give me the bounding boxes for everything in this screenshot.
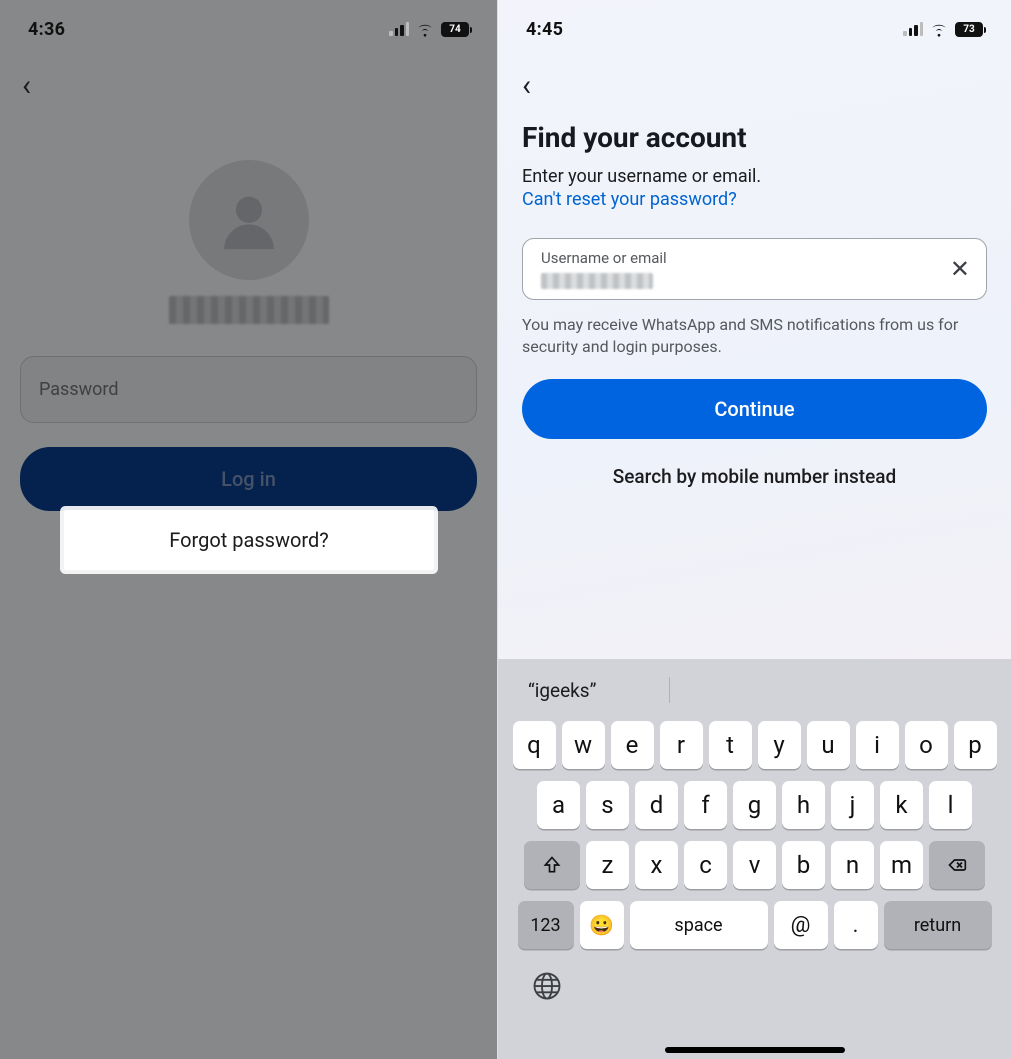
subtitle: Enter your username or email.: [522, 166, 987, 187]
key-v[interactable]: v: [733, 841, 776, 889]
key-z[interactable]: z: [586, 841, 629, 889]
notification-hint: You may receive WhatsApp and SMS notific…: [522, 314, 987, 357]
status-bar: 4:36 74: [0, 14, 497, 44]
suggestion-bar: “igeeks”: [504, 669, 1005, 711]
key-q[interactable]: q: [513, 721, 556, 769]
page-title: Find your account: [522, 121, 987, 154]
status-icons: 74: [389, 20, 469, 38]
key-l[interactable]: l: [929, 781, 972, 829]
key-k[interactable]: k: [880, 781, 923, 829]
key-shift[interactable]: [524, 841, 580, 889]
key-c[interactable]: c: [684, 841, 727, 889]
suggestion-item[interactable]: “igeeks”: [528, 679, 596, 702]
key-m[interactable]: m: [880, 841, 923, 889]
key-e[interactable]: e: [611, 721, 654, 769]
input-label: Username or email: [541, 249, 934, 267]
key-b[interactable]: b: [782, 841, 825, 889]
clear-icon[interactable]: ✕: [950, 255, 970, 283]
key-j[interactable]: j: [831, 781, 874, 829]
cellular-icon: [903, 22, 923, 36]
key-emoji[interactable]: 😀: [580, 901, 624, 949]
globe-icon[interactable]: [532, 971, 562, 1001]
key-a[interactable]: a: [537, 781, 580, 829]
key-t[interactable]: t: [709, 721, 752, 769]
key-r[interactable]: r: [660, 721, 703, 769]
key-123[interactable]: 123: [518, 901, 574, 949]
key-p[interactable]: p: [954, 721, 997, 769]
key-f[interactable]: f: [684, 781, 727, 829]
status-time: 4:45: [526, 19, 563, 40]
continue-button[interactable]: Continue: [522, 379, 987, 439]
find-account-screen: 4:45 73 ‹ Find your account Enter your u…: [497, 0, 1011, 1059]
key-h[interactable]: h: [782, 781, 825, 829]
key-w[interactable]: w: [562, 721, 605, 769]
key-backspace[interactable]: [929, 841, 985, 889]
battery-icon: 73: [955, 22, 983, 37]
back-button[interactable]: ‹: [22, 68, 31, 103]
username-email-input[interactable]: Username or email ✕: [522, 238, 987, 300]
key-y[interactable]: y: [758, 721, 801, 769]
key-d[interactable]: d: [635, 781, 678, 829]
status-bar: 4:45 73: [498, 14, 1011, 44]
input-value: [541, 273, 653, 289]
status-time: 4:36: [28, 19, 65, 40]
search-by-mobile-button[interactable]: Search by mobile number instead: [522, 465, 987, 488]
home-indicator[interactable]: [665, 1047, 845, 1053]
key-g[interactable]: g: [733, 781, 776, 829]
back-button[interactable]: ‹: [522, 68, 531, 103]
cellular-icon: [389, 22, 409, 36]
forgot-password-button[interactable]: Forgot password?: [64, 510, 434, 570]
key-at[interactable]: @: [774, 901, 828, 949]
wifi-icon: [416, 20, 434, 38]
key-return[interactable]: return: [884, 901, 992, 949]
cant-reset-link[interactable]: Can't reset your password?: [522, 189, 737, 210]
ios-keyboard: “igeeks” qwertyuiop asdfghjkl zxcvbnm 12…: [498, 659, 1011, 1059]
key-u[interactable]: u: [807, 721, 850, 769]
battery-icon: 74: [441, 22, 469, 37]
wifi-icon: [930, 20, 948, 38]
key-space[interactable]: space: [630, 901, 768, 949]
key-n[interactable]: n: [831, 841, 874, 889]
login-screen: 4:36 74 ‹ Log in Forgot password?: [0, 0, 497, 1059]
status-icons: 73: [903, 20, 983, 38]
key-x[interactable]: x: [635, 841, 678, 889]
key-o[interactable]: o: [905, 721, 948, 769]
key-i[interactable]: i: [856, 721, 899, 769]
key-dot[interactable]: .: [834, 901, 878, 949]
key-s[interactable]: s: [586, 781, 629, 829]
